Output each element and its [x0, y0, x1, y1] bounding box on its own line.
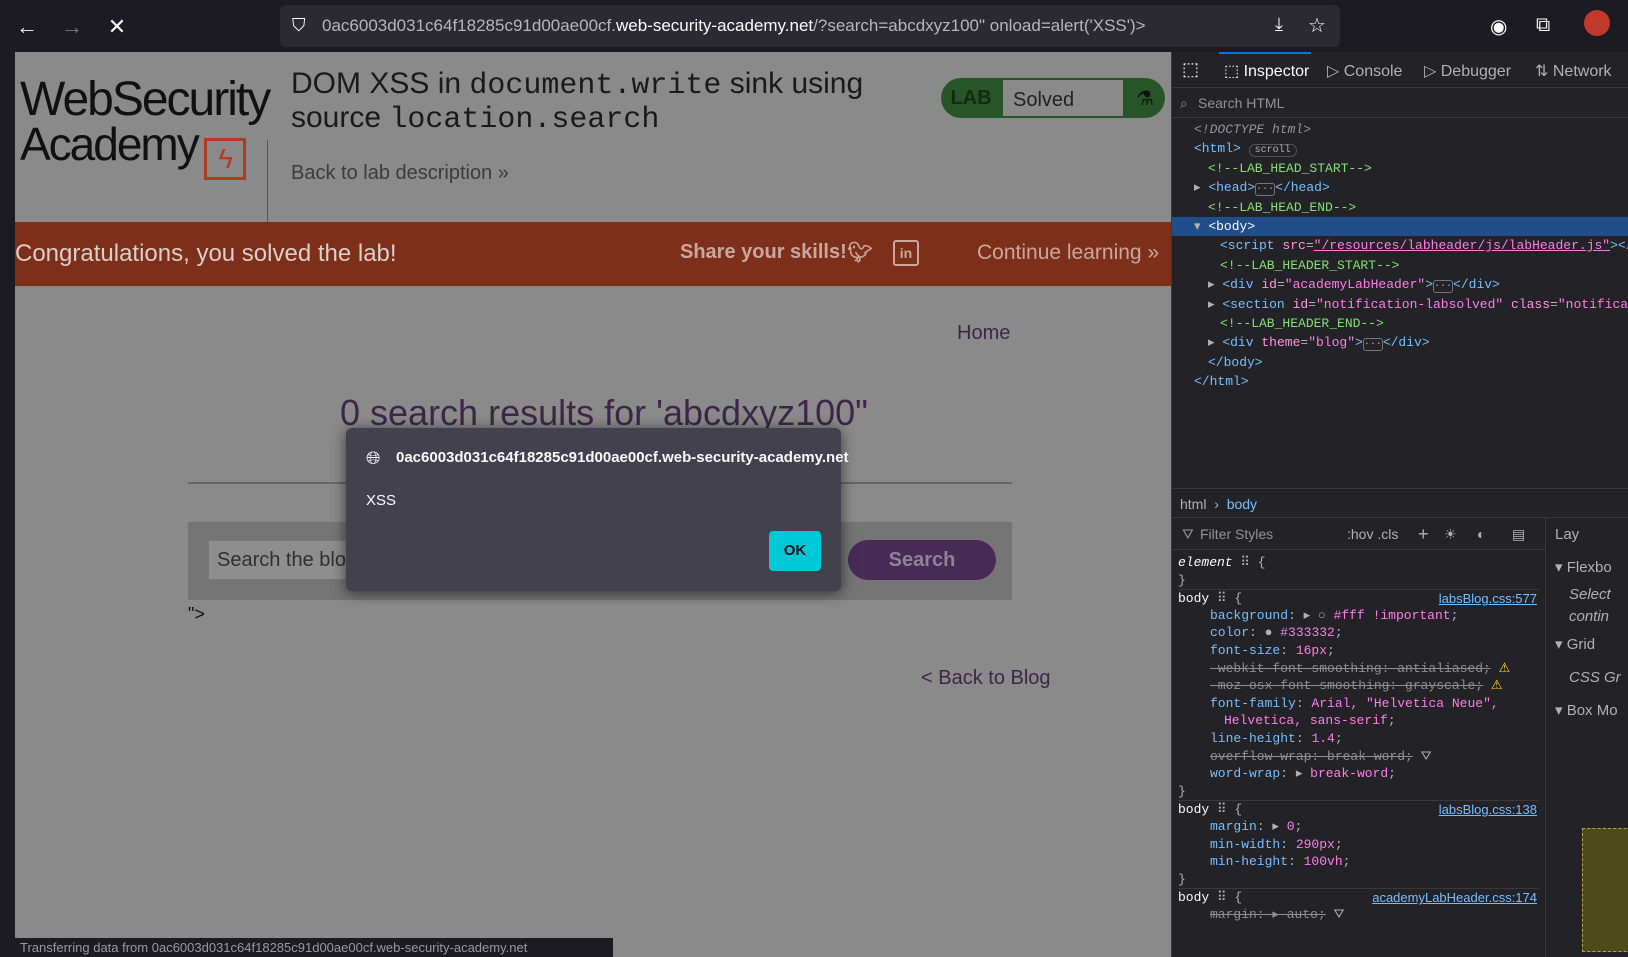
stop-loading-icon[interactable]: ✕: [100, 10, 134, 44]
url-bar[interactable]: ⛉ 0ac6003d031c64f18285c91d00ae00cf.web-s…: [280, 5, 1340, 47]
dialog-origin: 0ac6003d031c64f18285c91d00ae00cf.web-sec…: [396, 449, 849, 466]
flexbox-hint-2: contin: [1569, 608, 1610, 625]
lab-title: DOM XSS in document.write sink using sou…: [291, 67, 864, 137]
home-link[interactable]: Home: [957, 322, 1010, 345]
grid-hint: CSS Gr: [1569, 669, 1621, 686]
box-model-diagram: [1582, 828, 1628, 952]
devtools-panel: ⬚ ⬚ Inspector ▷ Console ▷ Debugger ⇅ Net…: [1171, 52, 1628, 957]
tab-console[interactable]: ▷ Console: [1327, 61, 1402, 81]
extension-avatar-icon[interactable]: [1584, 10, 1610, 36]
extensions-icon[interactable]: ⧉: [1536, 14, 1550, 37]
layout-pane: Lay ▾ Flexbo Select contin ▾ Grid CSS Gr…: [1547, 518, 1628, 957]
alert-dialog: 🌐︎ 0ac6003d031c64f18285c91d00ae00cf.web-…: [346, 428, 849, 591]
linkedin-icon[interactable]: in: [893, 240, 919, 266]
print-media-icon[interactable]: ▤: [1512, 518, 1525, 550]
url-text: 0ac6003d031c64f18285c91d00ae00cf.web-sec…: [322, 16, 1146, 35]
breadcrumb-html[interactable]: html: [1180, 496, 1206, 512]
tree-node[interactable]: </html>: [1172, 372, 1628, 391]
light-mode-icon[interactable]: ☀: [1444, 518, 1457, 550]
account-icon[interactable]: ◉: [1490, 14, 1507, 39]
filter-icon: ⛛: [1182, 526, 1194, 542]
back-to-blog-link[interactable]: < Back to Blog: [921, 667, 1051, 690]
devtools-tabs: ⬚ ⬚ Inspector ▷ Console ▷ Debugger ⇅ Net…: [1172, 52, 1628, 88]
solved-banner: Congratulations, you solved the lab! Sha…: [15, 222, 1171, 286]
search-button[interactable]: Search: [848, 540, 996, 580]
tree-node[interactable]: <!--LAB_HEAD_START-->: [1172, 159, 1628, 178]
html-search-input[interactable]: ⌕ Search HTML: [1172, 88, 1628, 118]
section-box-model[interactable]: ▾ Box Mo: [1547, 694, 1628, 727]
bookmark-star-icon[interactable]: ☆: [1308, 13, 1326, 38]
tree-node[interactable]: ▸ <head>···</head>: [1172, 178, 1628, 197]
flask-icon: ⚗: [1136, 87, 1154, 110]
lab-status-badge: LAB Solved ⚗: [941, 78, 1165, 118]
academy-logo[interactable]: WebSecurity Academy ϟ: [20, 76, 271, 180]
tree-node[interactable]: <!--LAB_HEAD_END-->: [1172, 198, 1628, 217]
add-rule-icon[interactable]: +: [1418, 518, 1429, 550]
search-icon: ⌕: [1180, 95, 1188, 111]
element-picker-icon[interactable]: ⬚: [1182, 59, 1199, 80]
browser-toolbar: ← → ✕ ⛉ 0ac6003d031c64f18285c91d00ae00cf…: [0, 0, 1628, 52]
flexbox-hint: Select: [1569, 586, 1611, 603]
tree-node[interactable]: <script src="/resources/labheader/js/lab…: [1172, 236, 1628, 255]
tree-node[interactable]: ▸ <div theme="blog">···</div>: [1172, 333, 1628, 352]
tab-debugger[interactable]: ▷ Debugger: [1424, 61, 1511, 81]
download-page-icon[interactable]: ⤓: [1275, 14, 1283, 35]
section-grid[interactable]: ▾ Grid: [1547, 628, 1628, 661]
injected-leftover-text: ">: [188, 604, 205, 624]
lightning-icon: ϟ: [203, 138, 246, 180]
tree-node[interactable]: <!--LAB_HEADER_END-->: [1172, 314, 1628, 333]
filter-styles-input[interactable]: ⛛ Filter Styles :hov .cls + ☀ ◐ ▤: [1172, 518, 1545, 550]
dark-mode-icon[interactable]: ◐: [1477, 518, 1485, 550]
tree-node[interactable]: <!DOCTYPE html>: [1172, 120, 1628, 139]
css-rules: element ⠿ { } body ⠿ {labsBlog.css:577 b…: [1178, 555, 1539, 922]
globe-icon: 🌐︎: [366, 448, 381, 468]
tree-node[interactable]: </body>: [1172, 353, 1628, 372]
tree-node-selected[interactable]: ▾ <body>: [1172, 216, 1628, 237]
tab-inspector[interactable]: ⬚ Inspector: [1224, 61, 1309, 81]
tree-node[interactable]: ▸ <div id="academyLabHeader">···</div>: [1172, 275, 1628, 294]
dialog-message: XSS: [366, 492, 397, 509]
twitter-icon[interactable]: 🐦︎: [847, 240, 873, 266]
tree-node[interactable]: <!--LAB_HEADER_START-->: [1172, 256, 1628, 275]
breadcrumb-body[interactable]: body: [1227, 496, 1257, 512]
back-to-description-link[interactable]: Back to lab description »: [291, 162, 509, 185]
pseudo-class-toggles[interactable]: :hov .cls: [1347, 518, 1398, 550]
breadcrumb: html › body: [1172, 488, 1628, 518]
tree-node[interactable]: <html> scroll: [1172, 139, 1628, 158]
tab-network[interactable]: ⇅ Network: [1535, 61, 1612, 81]
tree-node[interactable]: ▸ <section id="notification-labsolved" c…: [1172, 295, 1628, 314]
status-bar: Transferring data from 0ac6003d031c64f18…: [15, 938, 613, 957]
rules-pane: ⛛ Filter Styles :hov .cls + ☀ ◐ ▤ elemen…: [1172, 518, 1546, 957]
html-tree: <!DOCTYPE html> <html> scroll <!--LAB_HE…: [1172, 120, 1628, 391]
section-flexbox[interactable]: ▾ Flexbo: [1547, 551, 1628, 584]
shield-icon[interactable]: ⛉: [292, 15, 306, 36]
tab-layout[interactable]: Lay: [1547, 518, 1628, 551]
ok-button[interactable]: OK: [769, 531, 821, 571]
active-tab-indicator: [1219, 52, 1311, 54]
forward-arrow-icon[interactable]: →: [55, 10, 89, 44]
congrats-text: Congratulations, you solved the lab!: [15, 240, 397, 267]
continue-learning-link[interactable]: Continue learning »: [977, 241, 1159, 265]
back-arrow-icon[interactable]: ←: [10, 10, 44, 44]
share-label: Share your skills!: [680, 241, 847, 263]
